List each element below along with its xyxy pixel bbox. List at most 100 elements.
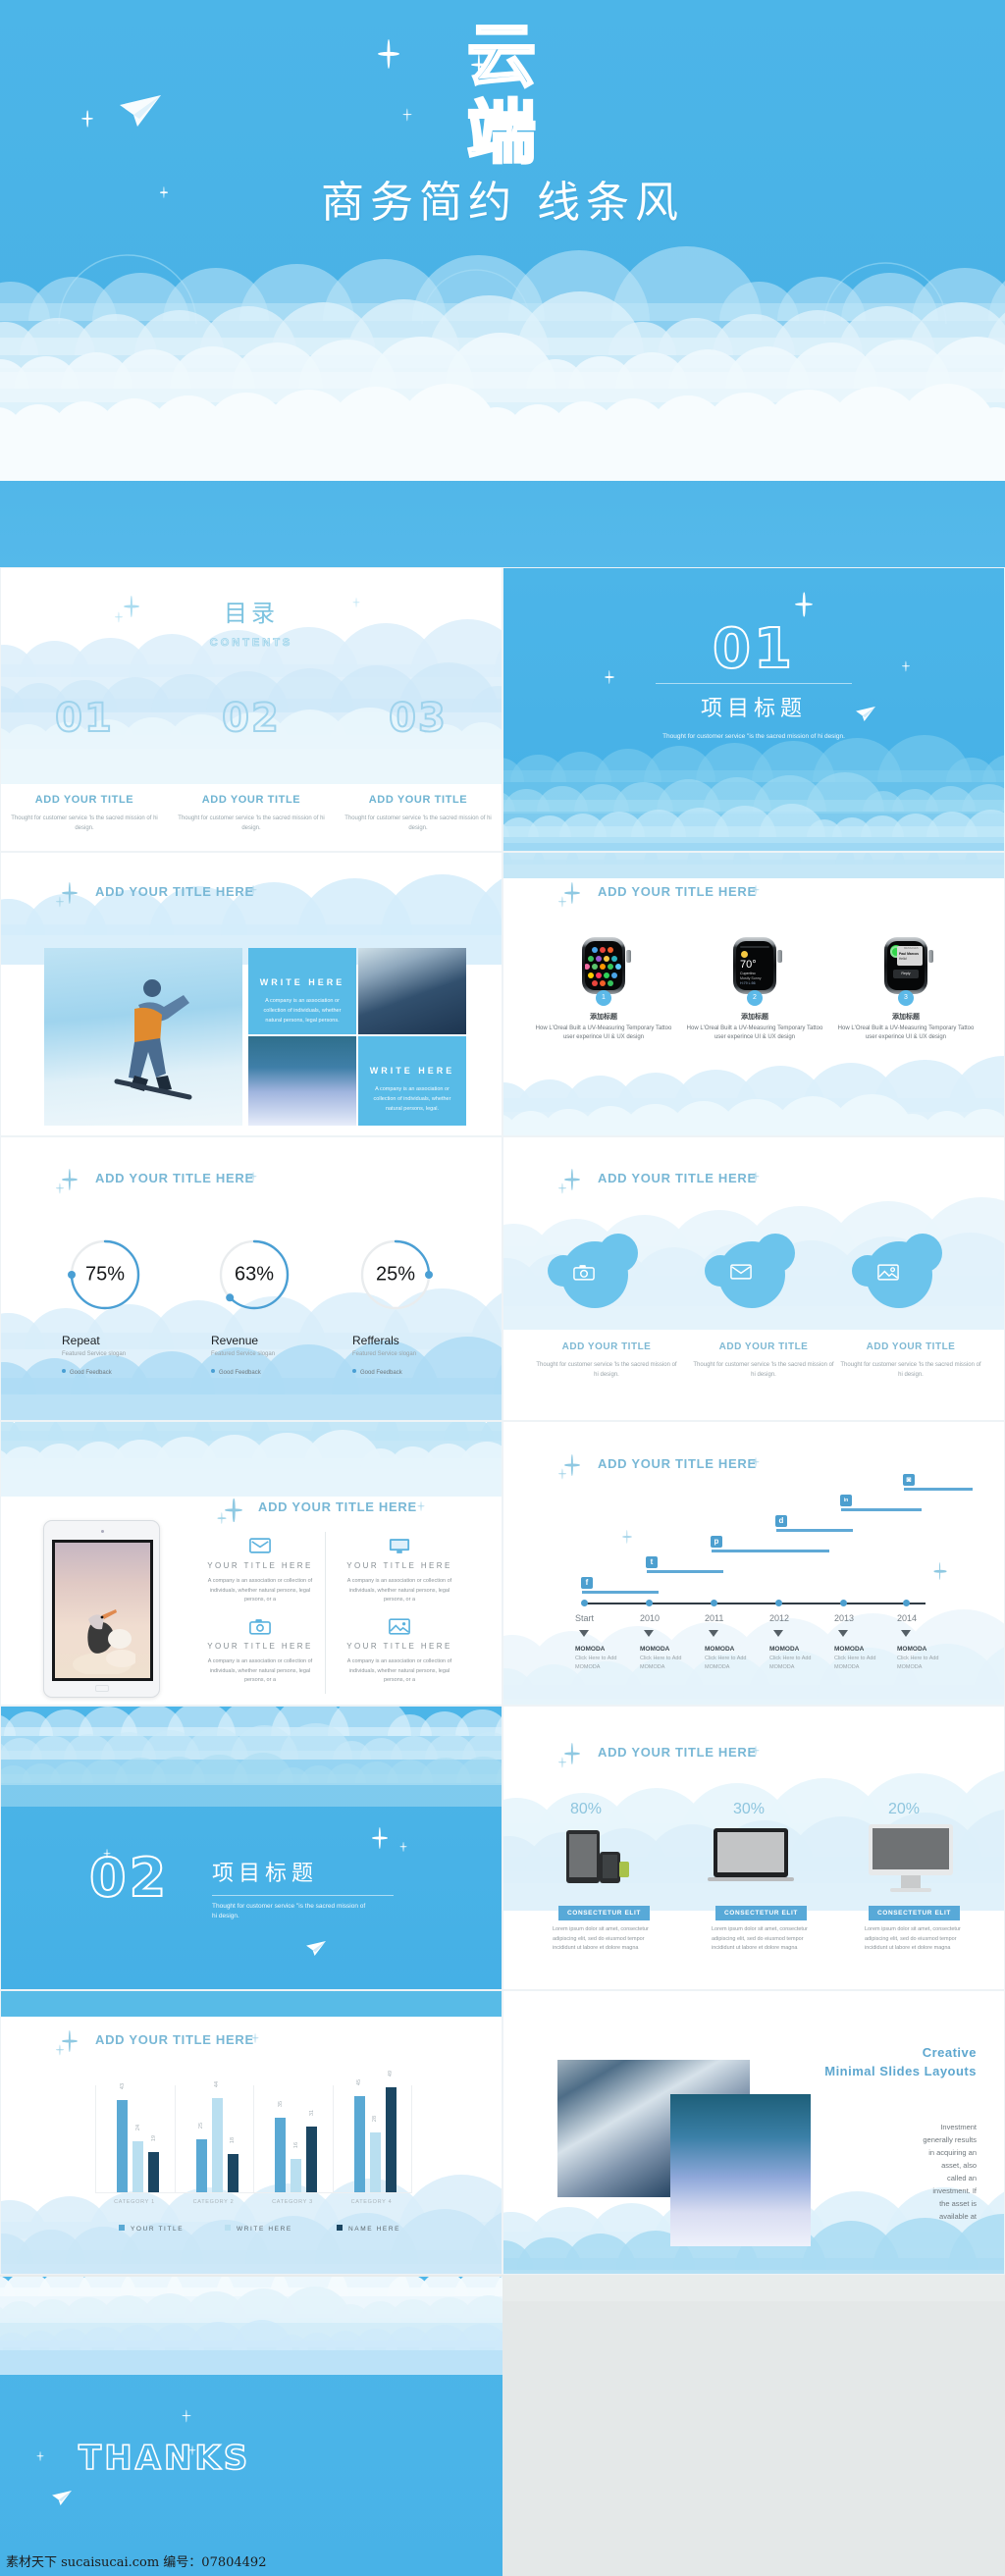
slide-watches[interactable]: ADD YOUR TITLE HERE 1 添加标题 How L'Oreal B… [502,852,1005,1136]
bar-group: 35 16 31 [275,2101,317,2193]
bar-value: 28 [372,2115,378,2123]
bar-value: 31 [308,2109,315,2117]
watch-desc-2: How L'Oreal Built a UV-Measuring Tempora… [686,1025,823,1040]
donut-percent: 63% [234,1263,275,1286]
donut-chart-1: 75% [66,1235,144,1314]
timeline-dot[interactable] [646,1600,653,1606]
linkedin-icon[interactable]: in [840,1495,852,1506]
ipad-feature-title: YOUR TITLE HERE [346,1561,452,1570]
donut-slogan: Featured Service slogan [352,1351,417,1357]
timeline-year: 2012 [769,1613,790,1623]
bar-value: 16 [292,2141,299,2149]
bar: 25 [195,2123,207,2193]
timeline-head: MOMODA [769,1646,800,1653]
bar-value: 19 [150,2134,157,2142]
slide-ipad-features[interactable]: ADD YOUR TITLE HERE YOUR TITLE HERE A com… [0,1421,502,1706]
slide-row: ADD YOUR TITLE HERE YOUR TITLE HERE A com… [0,1421,1005,1706]
donut-label: Refferals [352,1334,399,1347]
ipad-feature-4[interactable]: YOUR TITLE HERE A company is an associati… [344,1618,454,1686]
watch-cn-title-2: 添加标题 [741,1014,768,1021]
bar-group: 43 24 19 [117,2083,159,2193]
slide-title: ADD YOUR TITLE HERE [95,884,254,899]
badge-2: 2 [747,990,763,1006]
slide-table-of-contents[interactable]: 目录 CONTENTS 01 ADD YOUR TITLE Thought fo… [0,567,502,852]
dribbble-icon[interactable]: d [775,1515,787,1527]
ipad-feature-3[interactable]: YOUR TITLE HERE A company is an associati… [205,1618,315,1686]
slide-photo-collage[interactable]: ADD YOUR TITLE HERE WRITE HERE A company… [0,852,502,1136]
donut-legend: Good Feedback [352,1369,402,1376]
section-cn-title: 项目标题 [700,697,807,721]
timeline-dot[interactable] [840,1600,847,1606]
timeline-desc: Click Here to Add MOMODA [769,1656,812,1670]
section-desc: Thought for customer service "is the sac… [212,1903,366,1919]
toc-item[interactable]: 02 ADD YOUR TITLE Thought for customer s… [178,695,325,833]
cloud-shape-2[interactable] [705,1234,822,1308]
timeline-bar [904,1488,973,1491]
section-number: 01 [712,617,795,681]
bar-legend-item[interactable]: NAME HERE [337,2225,400,2233]
bar: 19 [148,2135,159,2193]
sparkle-icon [160,186,168,198]
device-tag-1: CONSECTETUR ELIT [558,1906,650,1920]
bar: 35 [275,2101,286,2193]
bar: 18 [227,2137,238,2193]
cloud-icon-title: ADD YOUR TITLE [718,1341,809,1352]
bar-legend-item[interactable]: YOUR TITLE [119,2225,184,2233]
timeline-bar [582,1591,659,1594]
slide-section-02[interactable]: 02 项目标题 Thought for customer service "is… [0,1706,502,1990]
toc-item[interactable]: 01 ADD YOUR TITLE Thought for customer s… [11,695,158,833]
timeline-desc: Click Here to Add MOMODA [834,1656,876,1670]
slide-timeline[interactable]: ADD YOUR TITLE HERE f Start MOMODA Click He… [502,1421,1005,1706]
msg-from: Paul Marcos [899,952,919,956]
device-pct-1: 80% [570,1801,603,1817]
toc-number: 01 [54,695,114,742]
slide-title: ADD YOUR TITLE HERE [95,1171,254,1185]
slide-row: ADD YOUR TITLE HERE 43 24 19 25 44 18 35 16 31 45… [0,1990,1005,2275]
timeline-dot[interactable] [903,1600,910,1606]
cloud-shape-1[interactable] [548,1234,665,1308]
msg-reply-button[interactable]: Reply [893,972,919,975]
msg-body: Hello! [899,957,908,961]
timeline-head: MOMODA [705,1646,735,1653]
timeline-year: 2010 [640,1613,661,1623]
timeline-desc: Click Here to Add MOMODA [897,1656,939,1670]
timeline-dot[interactable] [581,1600,588,1606]
slide-creative-layouts[interactable]: Creative Minimal Slides Layouts Investme… [502,1990,1005,2275]
slide-cloud-icons[interactable]: ADD YOUR TITLE HERE ADD YOUR TITLE Though… [502,1136,1005,1421]
watch-temp: 70° [740,959,757,971]
timeline-dot[interactable] [711,1600,717,1606]
timeline-dot[interactable] [775,1600,782,1606]
sparkle-icon [902,660,910,671]
slide-row: 目录 CONTENTS 01 ADD YOUR TITLE Thought fo… [0,567,1005,852]
ipad-feature-title: YOUR TITLE HERE [346,1642,452,1651]
facebook-icon[interactable]: f [581,1577,593,1589]
card-write-here-2: WRITE HERE A company is an association o… [358,1036,466,1126]
toc-title: ADD YOUR TITLE [34,794,134,806]
bar-legend-item[interactable]: WRITE HERE [225,2225,292,2233]
bar: 49 [385,2071,397,2193]
slide-device-stats[interactable]: ADD YOUR TITLE HERE 80% 30% 20% CONSECTE… [502,1706,1005,1990]
watch-cn-title-3: 添加标题 [892,1014,920,1021]
ipad-feature-2[interactable]: YOUR TITLE HERE A company is an associati… [344,1538,454,1605]
bar: 43 [117,2083,128,2193]
ipad-feature-1[interactable]: YOUR TITLE HERE A company is an associati… [205,1538,315,1605]
instagram-icon[interactable]: ◙ [903,1474,915,1486]
sparkle-icon [372,1827,388,1849]
toc-item[interactable]: 03 ADD YOUR TITLE Thought for customer s… [344,695,492,833]
twitter-icon[interactable]: t [646,1556,658,1568]
slide-donut-stats[interactable]: ADD YOUR TITLE HERE 75% Repeat Featured Se… [0,1136,502,1421]
timeline-marker [773,1630,783,1637]
sparkle-icon [378,39,399,69]
section-cn-title: 项目标题 [212,1862,319,1886]
slide-section-01[interactable]: 01 项目标题 Thought for customer service "is… [502,567,1005,852]
ipad-feature-title: YOUR TITLE HERE [207,1561,313,1570]
slide-thanks[interactable]: THANKS 素材天下 sucaisucai.com 编号：07804492 [0,2277,502,2576]
pinterest-icon[interactable]: p [711,1536,722,1548]
image-icon [389,1618,410,1635]
cloud-shape-3[interactable] [852,1234,970,1308]
toc-number: 03 [388,695,448,742]
slide-title: ADD YOUR TITLE HERE [598,1456,757,1471]
bar-value: 43 [119,2082,126,2090]
device-desc-2: Lorem ipsum dolor sit amet, consectetur … [712,1926,808,1951]
slide-bar-chart[interactable]: ADD YOUR TITLE HERE 43 24 19 25 44 18 35 16 31 45… [0,1990,502,2275]
